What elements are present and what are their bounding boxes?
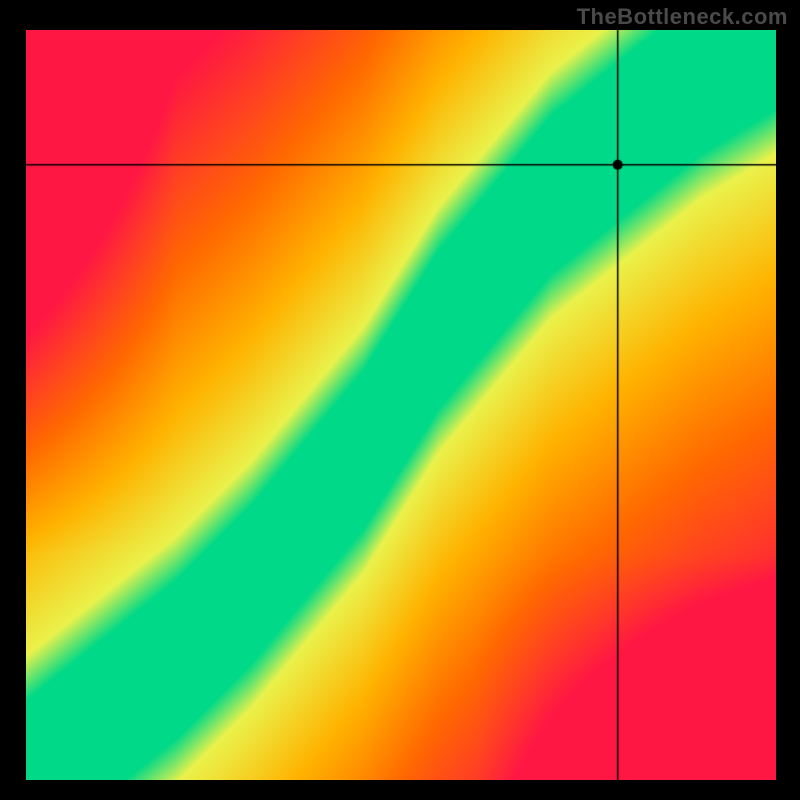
- watermark-label: TheBottleneck.com: [577, 4, 788, 30]
- bottleneck-heatmap: [26, 30, 776, 780]
